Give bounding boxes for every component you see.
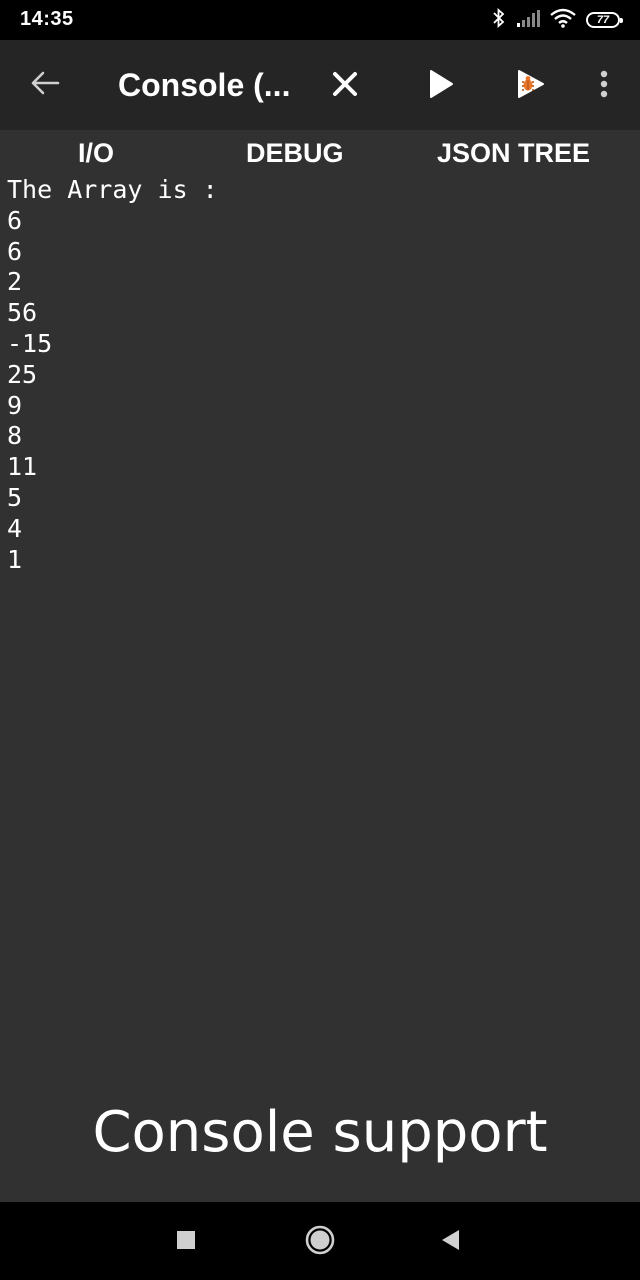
console-line: The Array is : [7,175,218,204]
home-circle-icon [304,1224,336,1261]
console-line: 6 [7,236,23,266]
back-triangle-icon [439,1228,461,1257]
console-content: I/O DEBUG JSON TREE The Array is : 6 6 2… [0,130,640,1202]
more-options-button[interactable] [584,63,624,109]
console-line: 9 [7,390,23,420]
back-arrow-icon [30,71,60,100]
status-icons: 77 [492,7,623,33]
console-line: 56 [7,298,38,328]
tab-io[interactable]: I/O [78,138,114,169]
app-title: Console (... [118,67,291,103]
console-line: 25 [7,359,38,389]
console-line: 2 [7,267,23,297]
tab-debug[interactable]: DEBUG [246,138,344,169]
tab-json-tree[interactable]: JSON TREE [437,138,590,169]
home-button[interactable] [304,1224,336,1261]
console-line: -15 [7,328,53,358]
app-bar: Console (... [0,40,640,130]
console-line: 11 [7,452,38,482]
console-line: 4 [7,513,23,543]
wifi-icon [550,8,576,33]
more-vert-icon [600,70,608,103]
recents-button[interactable] [170,1226,202,1258]
tab-bar: I/O DEBUG JSON TREE [0,130,640,178]
debug-run-button[interactable] [508,63,554,109]
play-icon [428,69,454,104]
bluetooth-icon [492,7,506,33]
close-icon [332,71,358,102]
recents-square-icon [176,1230,196,1255]
back-button[interactable] [20,65,70,105]
console-line: 6 [7,205,23,235]
status-time: 14:35 [20,8,74,30]
console-line: 1 [7,544,23,574]
navigation-bar [0,1202,640,1280]
signal-icon [516,9,540,32]
battery-icon: 77 [586,12,623,28]
run-button[interactable] [418,63,464,109]
console-output: The Array is : 6 6 2 56 -15 25 9 8 11 5 … [7,175,627,575]
console-line: 5 [7,482,23,512]
console-line: 8 [7,421,23,451]
close-button[interactable] [322,63,368,109]
caption: Console support [92,1100,548,1165]
nav-back-button[interactable] [434,1226,466,1258]
status-bar: 14:35 77 [0,0,640,40]
debug-run-icon [516,69,546,104]
